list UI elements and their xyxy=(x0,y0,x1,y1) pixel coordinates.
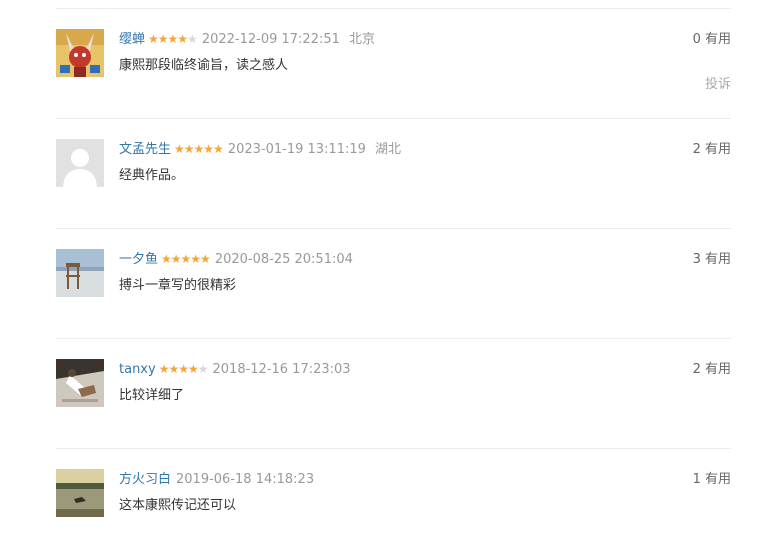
comment-meta: tanxy ★★★★★ 2018-12-16 17:23:03 xyxy=(119,361,351,378)
avatar-image xyxy=(56,469,104,517)
username-link[interactable]: 方火习白 xyxy=(119,472,171,487)
comment-text: 这本康熙传记还可以 xyxy=(119,498,237,513)
comment-item: tanxy ★★★★★ 2018-12-16 17:23:03 比较详细了 2 有用 xyxy=(56,339,731,449)
rating-stars: ★★★★★ xyxy=(148,32,198,46)
comment-time: 2018-12-16 17:23:03 xyxy=(212,362,351,377)
report-link[interactable]: 投诉 xyxy=(705,76,731,93)
comment-time: 2019-06-18 14:18:23 xyxy=(176,472,315,487)
comment-item: 文孟先生 ★★★★★ 2023-01-19 13:11:19 湖北 经典作品。 2 … xyxy=(56,119,731,229)
rating-stars: ★★★★★ xyxy=(161,252,211,266)
comment-text: 比较详细了 xyxy=(119,388,185,403)
comment-meta: 文孟先生 ★★★★★ 2023-01-19 13:11:19 湖北 xyxy=(119,141,401,158)
useful-vote-button[interactable]: 2 有用 xyxy=(693,141,731,158)
avatar-image xyxy=(56,359,104,407)
rating-stars: ★★★★★ xyxy=(158,362,209,376)
useful-vote-button[interactable]: 2 有用 xyxy=(693,361,731,378)
username-link[interactable]: tanxy xyxy=(119,362,156,377)
avatar[interactable] xyxy=(56,249,104,297)
comment-meta: 方火习白 2019-06-18 14:18:23 xyxy=(119,471,314,488)
comment-location: 北京 xyxy=(349,32,376,47)
comment-time: 2020-08-25 20:51:04 xyxy=(214,252,353,267)
avatar[interactable] xyxy=(56,29,104,77)
comment-item: 方火习白 2019-06-18 14:18:23 这本康熙传记还可以 1 有用 xyxy=(56,449,731,558)
avatar[interactable] xyxy=(56,469,104,517)
rating-stars: ★★★★★ xyxy=(174,142,224,156)
comment-item: 缨蝉 ★★★★★ 2022-12-09 17:22:51 北京 康熙那段临终谕旨，读… xyxy=(56,9,731,119)
username-link[interactable]: 缨蝉 xyxy=(119,32,145,47)
comment-meta: 缨蝉 ★★★★★ 2022-12-09 17:22:51 北京 xyxy=(119,31,375,48)
comment-location: 湖北 xyxy=(375,142,402,157)
comment-time: 2023-01-19 13:11:19 xyxy=(227,142,366,157)
comment-text: 康熙那段临终谕旨，读之感人 xyxy=(119,58,289,73)
avatar[interactable] xyxy=(56,359,104,407)
comment-text: 搏斗一章写的很精彩 xyxy=(119,278,237,293)
useful-vote-button[interactable]: 1 有用 xyxy=(693,471,731,488)
comment-list: 缨蝉 ★★★★★ 2022-12-09 17:22:51 北京 康熙那段临终谕旨，读… xyxy=(56,8,731,558)
comment-text: 经典作品。 xyxy=(119,168,185,183)
comment-item: 一夕鱼 ★★★★★ 2020-08-25 20:51:04 搏斗一章写的很精彩 3 … xyxy=(56,229,731,339)
username-link[interactable]: 一夕鱼 xyxy=(119,252,158,267)
username-link[interactable]: 文孟先生 xyxy=(119,142,171,157)
avatar-image xyxy=(56,249,104,297)
avatar[interactable] xyxy=(56,139,104,187)
useful-vote-button[interactable]: 0 有用 xyxy=(693,31,731,48)
useful-vote-button[interactable]: 3 有用 xyxy=(693,251,731,268)
comment-time: 2022-12-09 17:22:51 xyxy=(201,32,340,47)
default-avatar-icon xyxy=(56,139,104,187)
avatar-image xyxy=(56,29,104,77)
comment-meta: 一夕鱼 ★★★★★ 2020-08-25 20:51:04 xyxy=(119,251,353,268)
